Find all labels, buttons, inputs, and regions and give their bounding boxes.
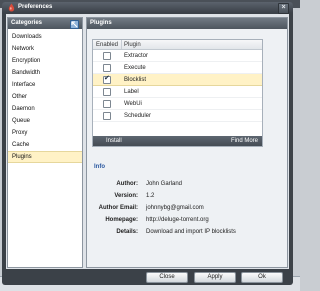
plugin-name: WebUi <box>124 100 142 107</box>
plugins-header-label: Plugins <box>90 20 112 26</box>
plugins-header: Plugins <box>87 18 287 29</box>
info-label: Author: <box>116 181 138 187</box>
plugin-name: Label <box>124 88 139 95</box>
table-row[interactable]: ✔ Blocklist <box>93 74 262 86</box>
info-label: Version: <box>114 193 138 199</box>
table-row[interactable]: Extractor <box>93 50 262 62</box>
table-toolbar: Install Find More <box>93 136 262 146</box>
category-item-interface[interactable]: Interface <box>8 79 82 91</box>
info-label: Details: <box>116 229 138 235</box>
category-item-proxy[interactable]: Proxy <box>8 127 82 139</box>
column-separator <box>121 40 122 49</box>
plugins-panel: Plugins Enabled Plugin Extractor Execute… <box>86 17 288 268</box>
categories-header: Categories <box>8 18 82 29</box>
category-item-encryption[interactable]: Encryption <box>8 55 82 67</box>
info-value: johnnybg@gmail.com <box>146 205 204 211</box>
category-item-plugins[interactable]: Plugins <box>8 151 82 163</box>
plugin-info: Author: John Garland Version: 1.2 Author… <box>92 181 282 241</box>
table-row[interactable]: Scheduler <box>93 110 262 122</box>
info-row-homepage: Homepage: http://deluge-torrent.org <box>92 217 282 229</box>
info-label: Homepage: <box>105 217 138 223</box>
enable-checkbox[interactable]: ✔ <box>103 75 111 84</box>
info-value: 1.2 <box>146 193 155 199</box>
table-row[interactable]: WebUi <box>93 98 262 110</box>
category-item-network[interactable]: Network <box>8 43 82 55</box>
category-item-downloads[interactable]: Downloads <box>8 31 82 43</box>
plugin-name: Extractor <box>124 52 149 59</box>
column-header-enabled[interactable]: Enabled <box>96 42 118 48</box>
deluge-logo-icon <box>8 3 15 12</box>
ok-button[interactable]: Ok <box>241 272 283 283</box>
category-item-bandwidth[interactable]: Bandwidth <box>8 67 82 79</box>
plugin-name: Scheduler <box>124 112 152 119</box>
categories-header-label: Categories <box>11 20 43 26</box>
check-icon: ✔ <box>104 75 110 82</box>
enable-checkbox[interactable] <box>103 88 111 96</box>
categories-list: Downloads Network Encryption Bandwidth I… <box>8 29 82 163</box>
enable-checkbox[interactable] <box>103 64 111 72</box>
enable-checkbox[interactable] <box>103 112 111 120</box>
category-item-other[interactable]: Other <box>8 91 82 103</box>
categories-panel: Categories Downloads Network Encryption … <box>7 17 83 268</box>
plugins-table: Enabled Plugin Extractor Execute ✔ Block… <box>92 39 263 147</box>
table-row[interactable]: Execute <box>93 62 262 74</box>
enable-checkbox[interactable] <box>103 100 111 108</box>
close-button[interactable]: Close <box>146 272 188 283</box>
install-button[interactable]: Install <box>106 138 122 144</box>
info-title: Info <box>94 164 105 170</box>
info-row-author: Author: John Garland <box>92 181 282 193</box>
enable-checkbox[interactable] <box>103 52 111 60</box>
close-icon[interactable]: × <box>278 3 289 14</box>
info-value: Download and import IP blocklists <box>146 229 236 235</box>
info-row-email: Author Email: johnnybg@gmail.com <box>92 205 282 217</box>
dialog-title: Preferences <box>18 4 53 10</box>
column-header-plugin[interactable]: Plugin <box>124 42 141 48</box>
info-row-version: Version: 1.2 <box>92 193 282 205</box>
apply-button[interactable]: Apply <box>194 272 236 283</box>
info-label: Author Email: <box>98 205 138 211</box>
find-more-button[interactable]: Find More <box>231 138 258 144</box>
category-item-queue[interactable]: Queue <box>8 115 82 127</box>
collapse-icon[interactable] <box>70 20 79 29</box>
category-item-daemon[interactable]: Daemon <box>8 103 82 115</box>
table-header: Enabled Plugin <box>93 40 262 50</box>
category-item-cache[interactable]: Cache <box>8 139 82 151</box>
info-row-details: Details: Download and import IP blocklis… <box>92 229 282 241</box>
info-value: http://deluge-torrent.org <box>146 217 209 223</box>
plugin-name: Execute <box>124 64 146 71</box>
plugin-name: Blocklist <box>124 76 147 83</box>
dialog-titlebar[interactable]: Preferences × <box>2 2 293 14</box>
info-value: John Garland <box>146 181 183 187</box>
table-row[interactable]: Label <box>93 86 262 98</box>
